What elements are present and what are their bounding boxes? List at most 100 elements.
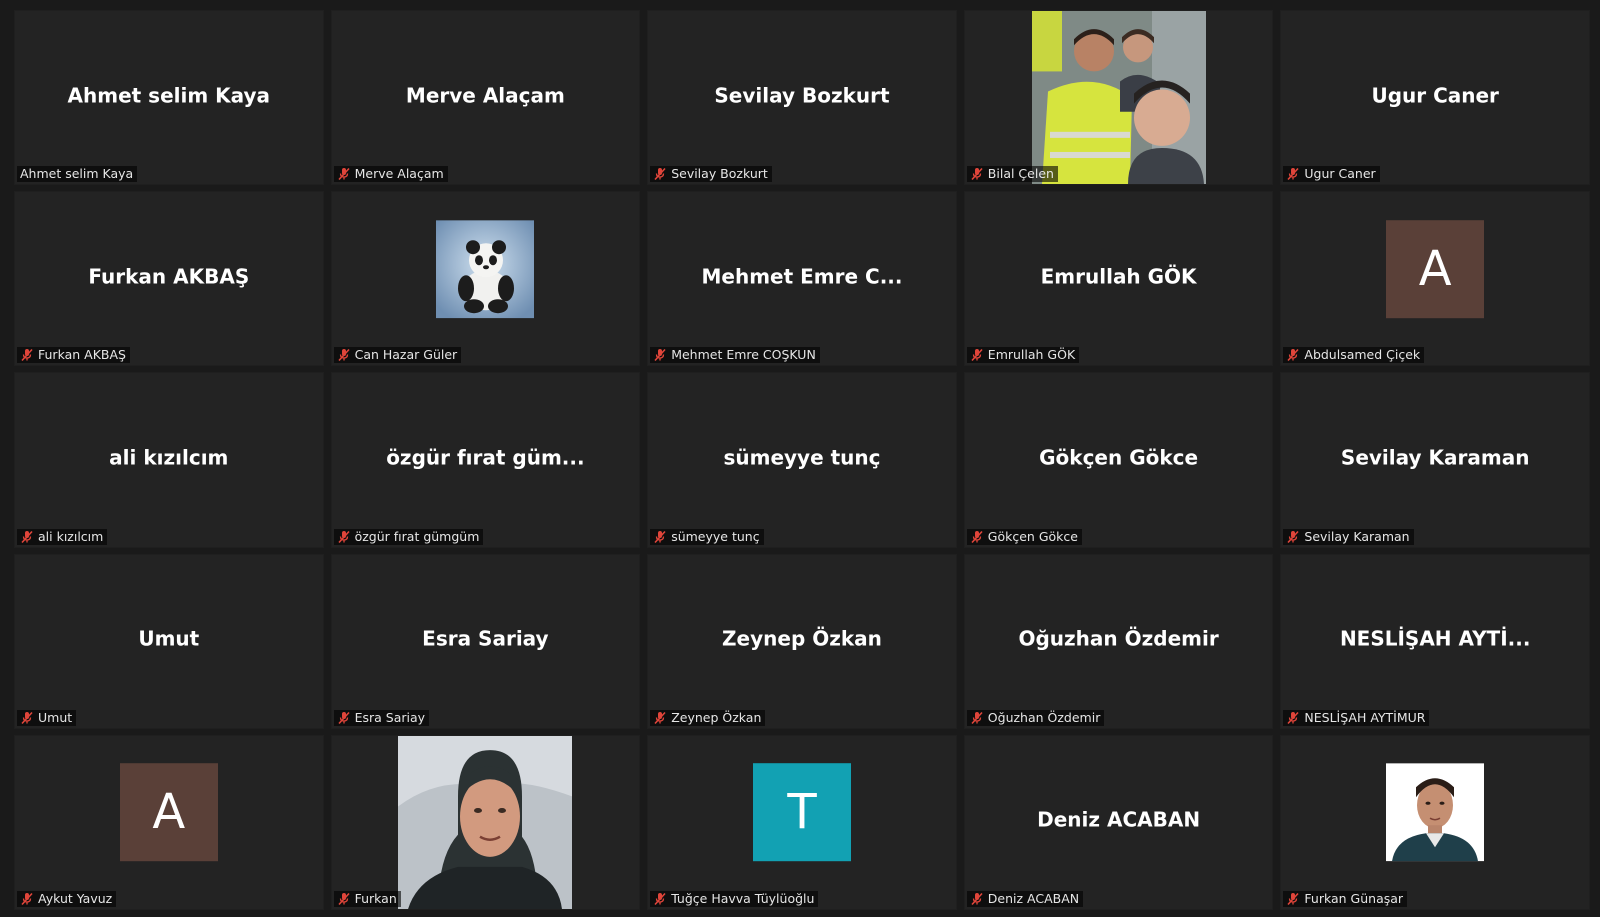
participant-tile-deniz-acaban[interactable]: Deniz ACABAN Deniz ACABAN xyxy=(963,734,1274,910)
portrait-photo xyxy=(1386,763,1485,862)
participant-name-tag: sümeyye tunç xyxy=(650,528,764,545)
participant-name-label: Emrullah GÖK xyxy=(987,347,1076,363)
participant-display-name: Gökçen Gökce xyxy=(1039,445,1199,470)
participant-tile-sevilay-bozkurt[interactable]: Sevilay Bozkurt Sevilay Bozkurt xyxy=(647,10,957,186)
muted-mic-icon xyxy=(1286,711,1300,725)
participant-display-name: sümeyye tunç xyxy=(723,445,881,470)
participant-tile-umut[interactable]: Umut Umut xyxy=(14,553,324,729)
muted-mic-icon xyxy=(970,530,984,544)
participant-name-label: Furkan xyxy=(354,890,397,906)
participant-tile-tugce-havva-tuyluoglu[interactable]: T Tuğçe Havva Tüylüoğlu xyxy=(647,734,957,910)
participant-tile-sumeyye-tunc[interactable]: sümeyye tunç sümeyye tunç xyxy=(647,372,957,548)
participant-name-label: Oğuzhan Özdemir xyxy=(987,709,1101,725)
participant-tile-furkan-akbas[interactable]: Furkan AKBAŞ Furkan AKBAŞ xyxy=(14,191,324,367)
participant-name-label: ali kızılcım xyxy=(38,528,104,544)
participant-name-label: Ahmet selim Kaya xyxy=(20,166,134,182)
participant-name-label: özgür fırat gümgüm xyxy=(354,528,480,544)
participant-display-name: Ugur Caner xyxy=(1371,83,1499,108)
participant-display-name: Esra Sariay xyxy=(422,626,549,651)
muted-mic-icon xyxy=(653,711,667,725)
participant-display-name: NESLİŞAH AYTİ... xyxy=(1339,626,1531,651)
participant-tile-abdulsamed-cicek[interactable]: A Abdulsamed Çiçek xyxy=(1280,191,1590,367)
person-photo xyxy=(398,735,573,909)
participant-name-tag: Mehmet Emre COŞKUN xyxy=(650,347,820,364)
participant-name-label: Mehmet Emre COŞKUN xyxy=(671,347,816,363)
participant-tile-zeynep-ozkan[interactable]: Zeynep Özkan Zeynep Özkan xyxy=(647,553,957,729)
muted-mic-icon xyxy=(1286,892,1300,906)
muted-mic-icon xyxy=(20,348,34,362)
muted-mic-icon xyxy=(1286,167,1300,181)
muted-mic-icon xyxy=(20,711,34,725)
muted-mic-icon xyxy=(653,892,667,906)
participant-name-tag: Ahmet selim Kaya xyxy=(17,166,138,183)
participant-tile-ugur-caner[interactable]: Ugur Caner Ugur Caner xyxy=(1280,10,1590,186)
participant-tile-aykut-yavuz[interactable]: A Aykut Yavuz xyxy=(14,734,324,910)
muted-mic-icon xyxy=(337,530,351,544)
avatar-initial: A xyxy=(1386,219,1485,318)
muted-mic-icon xyxy=(1286,530,1300,544)
participant-tile-neslisah-aytimur[interactable]: NESLİŞAH AYTİ... NESLİŞAH AYTİMUR xyxy=(1280,553,1590,729)
participant-name-label: NESLİŞAH AYTİMUR xyxy=(1304,709,1426,725)
participant-name-label: Merve Alaçam xyxy=(354,166,444,182)
participant-display-name: Umut xyxy=(138,626,200,651)
participant-tile-ahmet-selim-kaya[interactable]: Ahmet selim Kaya Ahmet selim Kaya xyxy=(14,10,324,186)
participant-name-tag: Merve Alaçam xyxy=(333,166,448,183)
participant-tile-furkan[interactable]: Furkan xyxy=(330,734,641,910)
muted-mic-icon xyxy=(970,892,984,906)
participant-name-label: Zeynep Özkan xyxy=(671,709,762,725)
participant-name-tag: Deniz ACABAN xyxy=(966,890,1084,907)
participant-display-name: Ahmet selim Kaya xyxy=(67,83,271,108)
muted-mic-icon xyxy=(20,892,34,906)
participant-display-name: Oğuzhan Özdemir xyxy=(1018,626,1219,651)
group-photo xyxy=(1031,11,1206,185)
participant-tile-bilal-celen[interactable]: Bilal Çelen xyxy=(963,10,1274,186)
muted-mic-icon xyxy=(653,530,667,544)
participant-tile-ali-kizilcim[interactable]: ali kızılcım ali kızılcım xyxy=(14,372,324,548)
participant-tile-mehmet-emre-coskun[interactable]: Mehmet Emre C... Mehmet Emre COŞKUN xyxy=(647,191,957,367)
participant-name-label: Furkan AKBAŞ xyxy=(38,347,126,363)
participant-tile-esra-sariay[interactable]: Esra Sariay Esra Sariay xyxy=(330,553,641,729)
participant-tile-can-hazar-guler[interactable]: Can Hazar Güler xyxy=(330,191,641,367)
participant-name-tag: Ugur Caner xyxy=(1283,166,1380,183)
participant-tile-oguzhan-ozdemir[interactable]: Oğuzhan Özdemir Oğuzhan Özdemir xyxy=(963,553,1274,729)
participant-tile-furkan-gunasar[interactable]: Furkan Günaşar xyxy=(1280,734,1590,910)
participant-display-name: Emrullah GÖK xyxy=(1040,264,1197,289)
participant-name-tag: ali kızılcım xyxy=(17,528,108,545)
muted-mic-icon xyxy=(337,892,351,906)
muted-mic-icon xyxy=(970,348,984,362)
participant-name-tag: Aykut Yavuz xyxy=(17,890,117,907)
participant-display-name: Furkan AKBAŞ xyxy=(88,264,250,289)
participant-name-label: Abdulsamed Çiçek xyxy=(1304,347,1421,363)
participant-name-tag: Can Hazar Güler xyxy=(333,347,462,364)
participant-name-label: Deniz ACABAN xyxy=(987,890,1080,906)
muted-mic-icon xyxy=(337,167,351,181)
participant-display-name: Deniz ACABAN xyxy=(1037,807,1201,832)
participant-name-tag: Sevilay Karaman xyxy=(1283,528,1414,545)
muted-mic-icon xyxy=(337,348,351,362)
participant-name-label: Can Hazar Güler xyxy=(354,347,458,363)
participant-tile-sevilay-karaman[interactable]: Sevilay Karaman Sevilay Karaman xyxy=(1280,372,1590,548)
participant-tile-emrullah-gok[interactable]: Emrullah GÖK Emrullah GÖK xyxy=(963,191,1274,367)
participant-tile-ozgur-firat-gumgum[interactable]: özgür fırat güm... özgür fırat gümgüm xyxy=(330,372,641,548)
participant-tile-gokcen-gokce[interactable]: Gökçen Gökce Gökçen Gökce xyxy=(963,372,1274,548)
participant-display-name: özgür fırat güm... xyxy=(386,445,585,470)
participant-name-tag: Gökçen Gökce xyxy=(966,528,1082,545)
participant-name-tag: özgür fırat gümgüm xyxy=(333,528,484,545)
muted-mic-icon xyxy=(337,711,351,725)
participant-display-name: Merve Alaçam xyxy=(405,83,565,108)
participant-name-label: Esra Sariay xyxy=(354,709,426,725)
participant-name-tag: Furkan Günaşar xyxy=(1283,890,1408,907)
participant-name-tag: NESLİŞAH AYTİMUR xyxy=(1283,709,1430,726)
participant-display-name: Zeynep Özkan xyxy=(722,626,882,651)
participant-name-label: Gökçen Gökce xyxy=(987,528,1078,544)
muted-mic-icon xyxy=(970,711,984,725)
participant-name-label: Sevilay Bozkurt xyxy=(671,166,768,182)
participant-name-tag: Esra Sariay xyxy=(333,709,430,726)
avatar-initial: T xyxy=(752,763,851,862)
participant-name-label: Bilal Çelen xyxy=(987,166,1054,182)
participant-display-name: Mehmet Emre C... xyxy=(701,264,903,289)
participant-display-name: Sevilay Karaman xyxy=(1340,445,1530,470)
participant-name-tag: Furkan xyxy=(333,890,401,907)
muted-mic-icon xyxy=(970,167,984,181)
participant-tile-merve-alacam[interactable]: Merve Alaçam Merve Alaçam xyxy=(330,10,641,186)
